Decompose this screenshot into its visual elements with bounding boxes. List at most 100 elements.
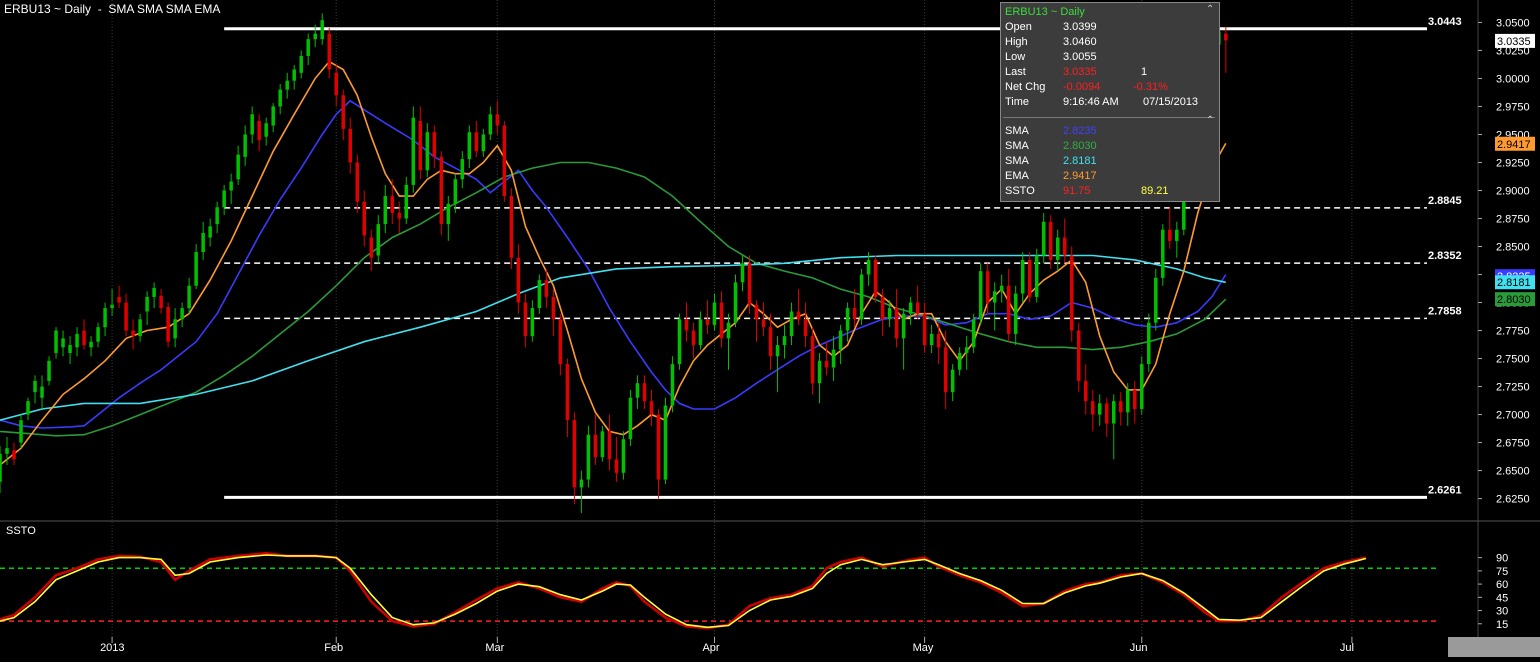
candle-body [621,439,626,473]
candle-body [985,271,990,303]
candle-body [82,330,86,346]
data-window-label: Last [1005,66,1026,78]
candle-body [243,134,247,157]
candle-body [922,313,927,346]
data-window-value: 2.8030 [1063,140,1097,152]
candle-body [1062,237,1067,256]
candle-body [656,414,661,480]
candle-body [628,397,633,440]
time-tick-label: 2013 [100,642,124,654]
chart-canvas[interactable]: 3.0443 2.8845 2.8352 2.7858 2.6261 3.0500 3.0… [0,0,1540,657]
candle-body [117,296,121,303]
level-label: 2.8352 [1428,250,1462,262]
level-label: 3.0443 [1428,16,1462,28]
chart-title: ERBU13 ~ Daily - SMA SMA SMA EMA [4,2,221,16]
candle-body [845,308,850,331]
candle-body [194,252,198,286]
price-tick-label: 2.9250 [1496,157,1530,169]
data-window-label: SSTO [1005,185,1035,197]
data-window-label: SMA [1005,140,1029,152]
candle-body [215,207,219,225]
price-tick-label: 3.0500 [1496,17,1530,29]
collapse-icon[interactable]: ⌃ [1206,116,1214,126]
time-tick-label: Jul [1340,642,1354,654]
data-window-label: Net Chg [1005,81,1046,93]
candle-body [1147,322,1151,365]
candle-body [481,134,486,152]
candle-body [642,383,647,402]
price-tick-label: 2.6250 [1496,494,1530,506]
candle-body [509,196,514,258]
chart-root: 3.0443 2.8845 2.8352 2.7858 2.6261 3.0500 3.0… [0,0,1540,657]
candle-body [61,338,65,348]
candle-body [838,330,843,350]
candle-body [1140,364,1144,409]
ssto-tick-label: 90 [1496,553,1508,565]
data-window-value: 3.0335 [1063,66,1097,78]
candle-body [334,72,338,96]
time-tick-label: Mar [485,642,504,654]
candle-body [418,121,423,171]
level-label: 2.8845 [1428,195,1462,207]
candle-body [1126,389,1130,413]
candle-body [523,302,528,337]
candle-body [376,224,381,256]
time-tick-label: Feb [324,642,343,654]
collapse-icon[interactable]: ⌃ [1206,5,1214,15]
candle-body [726,322,731,339]
candle-body [663,405,668,480]
time-tick-label: Apr [702,642,719,654]
candle-body [691,330,696,346]
candle-body [502,125,507,197]
candle-body [222,190,226,208]
candle-body [0,453,2,482]
candle-body [600,431,605,458]
candle-body [271,106,275,126]
candle-body [971,319,976,348]
ssto-title: SSTO [6,525,36,537]
candle-body [530,308,535,337]
data-window[interactable]: ERBU13 ~ Daily ⌃ Open 3.0399 High 3.0460 Low… [1000,2,1220,202]
candle-body [110,304,114,309]
data-window-value: 91.75 [1063,185,1091,197]
candle-body [341,95,345,129]
candle-body [950,369,955,393]
price-tick-label: 2.7000 [1496,410,1530,422]
candle-body [495,114,500,126]
candle-body [439,156,444,225]
candle-body [299,56,303,73]
candle-body [817,360,822,384]
candle-body [236,154,240,180]
ssto-line [0,554,1367,629]
value-tag-label: 2.9417 [1497,139,1531,151]
price-axis: 3.05003.02503.00002.97502.95002.92502.90… [1478,17,1535,506]
data-window-extra: -0.31% [1133,81,1168,93]
candle-body [516,257,521,303]
horizontal-scrollbar[interactable] [1448,637,1540,657]
candle-body [26,401,30,415]
candle-body [474,132,479,152]
candle-body [187,285,191,309]
candle-body [1112,401,1116,424]
ssto-panel: 90756045 3015 [0,551,1508,631]
candle-body [369,237,374,258]
data-window-label: SMA [1005,125,1029,137]
ssto-tick-label: 30 [1496,606,1508,618]
candle-body [712,302,717,325]
data-window-header: ERBU13 ~ Daily [1005,6,1085,18]
candle-body [649,401,654,415]
candle-body [348,128,352,163]
candle-body [789,311,794,337]
candle-body [467,132,472,160]
candle-body [173,319,177,339]
level-label: 2.7858 [1428,305,1462,317]
candle-body [12,450,16,460]
candle-body [131,330,135,337]
ssto-tick-label: 45 [1496,592,1508,604]
price-tick-label: 2.7500 [1496,354,1530,366]
data-window-value: 2.9417 [1063,170,1097,182]
candle-body [831,349,836,368]
candle-body [957,352,962,370]
candle-body [558,319,563,365]
price-tick-label: 2.6500 [1496,466,1530,478]
